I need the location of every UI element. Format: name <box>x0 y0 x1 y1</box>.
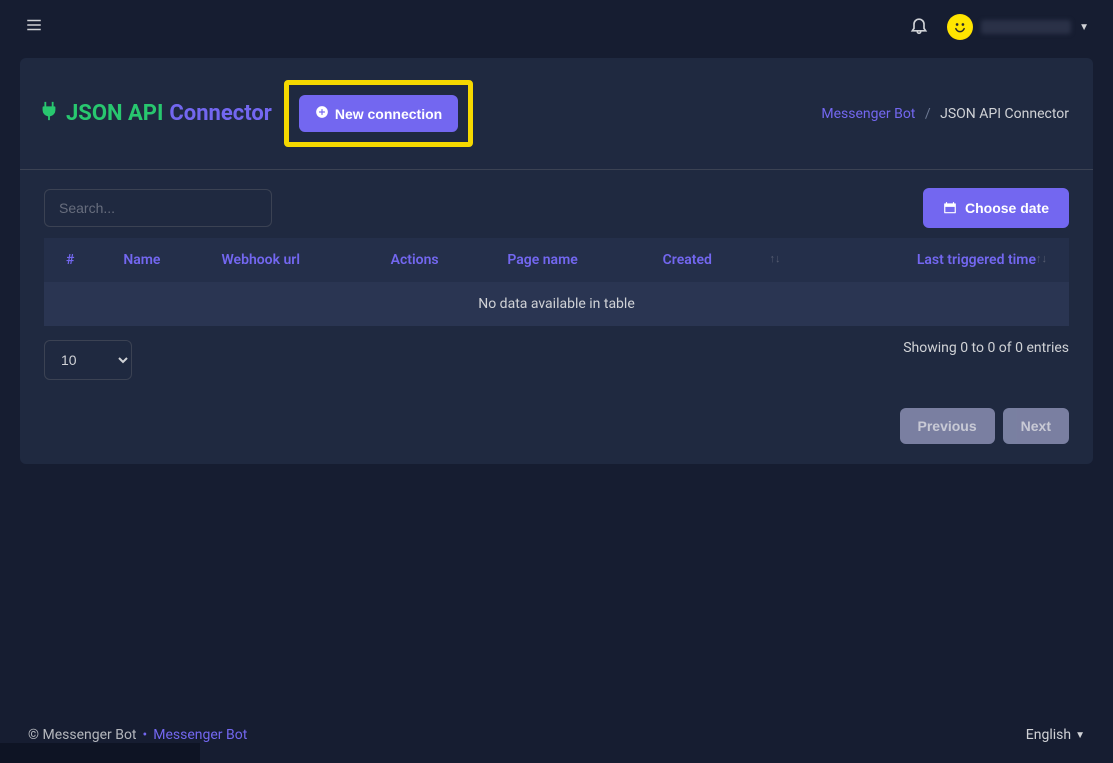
col-last-triggered[interactable]: Last triggered time ↑↓ <box>790 238 1069 282</box>
empty-message: No data available in table <box>44 282 1069 326</box>
main-card: JSON API Connector New connection Messen… <box>20 58 1093 464</box>
avatar <box>947 14 973 40</box>
col-actions[interactable]: Actions <box>381 238 498 282</box>
title-part2: Connector <box>169 101 271 126</box>
top-navbar: ▼ <box>0 0 1113 54</box>
navbar-right: ▼ <box>909 14 1089 40</box>
connections-table: # Name Webhook url Actions Page name Cre… <box>44 238 1069 326</box>
page-header: JSON API Connector New connection Messen… <box>20 58 1093 170</box>
new-connection-label: New connection <box>335 106 442 122</box>
choose-date-label: Choose date <box>965 200 1049 216</box>
page-footer: © Messenger Bot • Messenger Bot English … <box>0 727 1113 743</box>
col-webhook[interactable]: Webhook url <box>211 238 380 282</box>
new-connection-button[interactable]: New connection <box>299 95 458 132</box>
col-created-label: Created <box>663 252 712 268</box>
dot-separator: • <box>143 727 148 743</box>
chevron-down-icon: ▼ <box>1079 22 1089 33</box>
language-select[interactable]: English ▼ <box>1026 727 1085 743</box>
breadcrumb-parent[interactable]: Messenger Bot <box>821 106 915 122</box>
choose-date-button[interactable]: Choose date <box>923 188 1069 228</box>
col-index[interactable]: # <box>44 238 113 282</box>
pagination: Previous Next <box>20 380 1093 444</box>
smiley-icon <box>950 17 970 37</box>
table-footer: 10 Showing 0 to 0 of 0 entries <box>20 326 1093 380</box>
notifications-button[interactable] <box>909 15 929 39</box>
breadcrumb: Messenger Bot / JSON API Connector <box>821 106 1069 122</box>
col-name[interactable]: Name <box>113 238 211 282</box>
highlight-box: New connection <box>284 80 473 147</box>
breadcrumb-separator: / <box>925 106 931 122</box>
table-wrap: # Name Webhook url Actions Page name Cre… <box>20 238 1093 326</box>
bottom-bar <box>0 743 200 763</box>
header-left: JSON API Connector New connection <box>38 80 473 147</box>
pagination-info: Showing 0 to 0 of 0 entries <box>903 340 1069 356</box>
username-label <box>981 20 1071 34</box>
bell-icon <box>909 15 929 35</box>
toolbar: Choose date <box>20 170 1093 238</box>
footer-link[interactable]: Messenger Bot <box>153 727 247 743</box>
title-part1: JSON API <box>66 101 163 126</box>
copyright: © Messenger Bot <box>28 727 137 743</box>
menu-toggle-button[interactable] <box>24 16 44 38</box>
page-title: JSON API Connector <box>38 100 272 128</box>
search-input[interactable] <box>44 189 272 227</box>
sort-icon: ↑↓ <box>769 252 780 265</box>
footer-left: © Messenger Bot • Messenger Bot <box>28 727 247 743</box>
col-created[interactable]: Created ↑↓ <box>653 238 791 282</box>
page-size-select[interactable]: 10 <box>44 340 132 380</box>
col-page-name[interactable]: Page name <box>497 238 652 282</box>
user-menu[interactable]: ▼ <box>947 14 1089 40</box>
breadcrumb-current: JSON API Connector <box>940 106 1069 122</box>
language-label: English <box>1026 727 1071 743</box>
sort-icon: ↑↓ <box>1036 252 1047 265</box>
col-last-triggered-label: Last triggered time <box>917 252 1036 268</box>
plus-circle-icon <box>315 105 329 122</box>
hamburger-icon <box>24 16 44 34</box>
previous-button[interactable]: Previous <box>900 408 995 444</box>
calendar-icon <box>943 201 957 215</box>
chevron-down-icon: ▼ <box>1075 730 1085 741</box>
plug-icon <box>38 100 60 128</box>
next-button[interactable]: Next <box>1003 408 1069 444</box>
empty-row: No data available in table <box>44 282 1069 326</box>
